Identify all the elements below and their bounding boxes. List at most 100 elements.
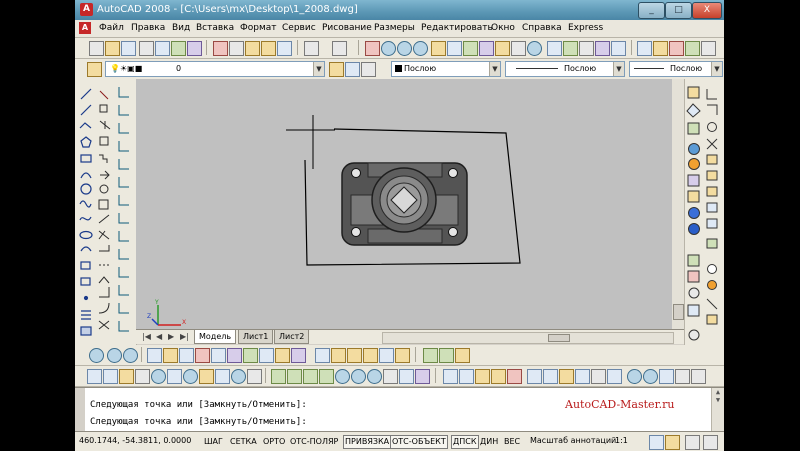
nav-settings-icon[interactable] bbox=[691, 369, 706, 384]
menu-express[interactable]: Express bbox=[568, 23, 603, 33]
revolve-solid-icon[interactable] bbox=[287, 369, 302, 384]
3d-dwf-icon[interactable] bbox=[187, 41, 202, 56]
linetype-combo[interactable]: Послою ▼ bbox=[505, 61, 625, 77]
color-combo[interactable]: Послою ▼ bbox=[391, 61, 501, 77]
command-window[interactable]: Следующая точка или [Замкнуть/Отменить]:… bbox=[75, 387, 724, 432]
tool-palettes-icon[interactable] bbox=[463, 41, 478, 56]
horizontal-scroll-thumb[interactable] bbox=[548, 334, 570, 342]
3d-move-gizmo-icon[interactable] bbox=[87, 369, 102, 384]
intersect-solid-icon[interactable] bbox=[367, 369, 382, 384]
materials-icon[interactable] bbox=[363, 348, 378, 363]
orbit-free-icon[interactable] bbox=[107, 348, 122, 363]
snap-toggle[interactable]: ШАГ bbox=[202, 435, 225, 449]
drawing-svg[interactable]: Y X Z bbox=[136, 79, 672, 329]
visual-style-wire-icon[interactable] bbox=[459, 369, 474, 384]
nav-zoom-icon[interactable] bbox=[659, 369, 674, 384]
command-window-grip[interactable] bbox=[75, 388, 85, 432]
multileader-style-icon[interactable] bbox=[595, 41, 610, 56]
viewports-icon[interactable] bbox=[607, 369, 622, 384]
block-editor-icon[interactable] bbox=[277, 41, 292, 56]
lineweight-combo[interactable]: Послою ▼ bbox=[629, 61, 723, 77]
left-view-icon[interactable] bbox=[179, 348, 194, 363]
sweep-solid-icon[interactable] bbox=[303, 369, 318, 384]
pan-icon[interactable] bbox=[365, 41, 380, 56]
workspace-settings-icon[interactable] bbox=[701, 41, 716, 56]
walk-icon[interactable] bbox=[423, 348, 438, 363]
maximize-button[interactable]: □ bbox=[665, 2, 692, 19]
otrack-toggle[interactable]: ОТС-ОБЪЕКТ bbox=[390, 435, 448, 449]
menu-format[interactable]: Формат bbox=[240, 23, 277, 33]
dyn-toggle[interactable]: ДИН bbox=[478, 435, 500, 449]
design-center-icon[interactable] bbox=[447, 41, 462, 56]
tab-next-icon[interactable]: ▶ bbox=[168, 332, 174, 341]
text-style-icon[interactable] bbox=[563, 41, 578, 56]
3d-view-icon[interactable] bbox=[637, 41, 652, 56]
match-properties-icon[interactable] bbox=[261, 41, 276, 56]
document-menu-icon[interactable]: A bbox=[79, 22, 91, 34]
tab-first-icon[interactable]: |◀ bbox=[142, 332, 151, 341]
helix-solid-icon[interactable] bbox=[231, 369, 246, 384]
open-file-icon[interactable] bbox=[105, 41, 120, 56]
flatshot-icon[interactable] bbox=[415, 369, 430, 384]
named-views-icon[interactable] bbox=[315, 348, 330, 363]
tab-prev-icon[interactable]: ◀ bbox=[156, 332, 162, 341]
render-settings-icon[interactable] bbox=[395, 348, 410, 363]
camera-icon[interactable] bbox=[331, 348, 346, 363]
minimize-button[interactable]: _ bbox=[638, 2, 665, 19]
vertical-scrollbar[interactable] bbox=[672, 79, 684, 329]
layer-combo[interactable]: 0 💡☀▣■ ▼ bbox=[105, 61, 325, 77]
publish-icon[interactable] bbox=[171, 41, 186, 56]
wedge-solid-icon[interactable] bbox=[199, 369, 214, 384]
new-file-icon[interactable] bbox=[89, 41, 104, 56]
table-style-icon[interactable] bbox=[579, 41, 594, 56]
menu-insert[interactable]: Вставка bbox=[196, 23, 234, 33]
render-region-icon[interactable] bbox=[379, 348, 394, 363]
menu-file[interactable]: Файл bbox=[99, 23, 124, 33]
nav-pan-icon[interactable] bbox=[643, 369, 658, 384]
render-icon[interactable] bbox=[653, 41, 668, 56]
nw-iso-icon[interactable] bbox=[291, 348, 306, 363]
properties-icon[interactable] bbox=[431, 41, 446, 56]
menu-help[interactable]: Справка bbox=[522, 23, 562, 33]
annotation-visibility-icon[interactable] bbox=[649, 435, 664, 450]
layer-previous-icon[interactable] bbox=[345, 62, 360, 77]
light-icon[interactable] bbox=[347, 348, 362, 363]
tab-last-icon[interactable]: ▶| bbox=[180, 332, 189, 341]
zoom-window-icon[interactable] bbox=[397, 41, 412, 56]
zoom-previous-icon[interactable] bbox=[413, 41, 428, 56]
edge-style-icon[interactable] bbox=[543, 369, 558, 384]
quickcalc-icon[interactable] bbox=[511, 41, 526, 56]
loft-solid-icon[interactable] bbox=[319, 369, 334, 384]
orbit-icon[interactable] bbox=[685, 41, 700, 56]
menu-draw[interactable]: Рисование bbox=[322, 23, 372, 33]
help-icon[interactable] bbox=[527, 41, 542, 56]
grid-toggle[interactable]: СЕТКА bbox=[228, 435, 259, 449]
ducs-toggle[interactable]: ДПСК bbox=[451, 435, 479, 449]
command-scrollbar[interactable]: ▲ ▼ bbox=[711, 388, 724, 432]
section-solid-icon[interactable] bbox=[399, 369, 414, 384]
tab-sheet1[interactable]: Лист1 bbox=[238, 330, 274, 344]
visual-style-icon[interactable] bbox=[669, 41, 684, 56]
ne-iso-icon[interactable] bbox=[275, 348, 290, 363]
front-view-icon[interactable] bbox=[211, 348, 226, 363]
orbit-constrained-icon[interactable] bbox=[89, 348, 104, 363]
plot-preview-icon[interactable] bbox=[155, 41, 170, 56]
polar-toggle[interactable]: ОТС-ПОЛЯР bbox=[288, 435, 340, 449]
color-dropdown-arrow[interactable]: ▼ bbox=[489, 62, 500, 76]
auto-scale-icon[interactable] bbox=[665, 435, 680, 450]
visual-style-2d-icon[interactable] bbox=[443, 369, 458, 384]
cone-solid-icon[interactable] bbox=[135, 369, 150, 384]
markup-icon[interactable] bbox=[495, 41, 510, 56]
annotation-scale-value[interactable]: 1:1 bbox=[615, 436, 628, 445]
clean-screen-icon[interactable] bbox=[703, 435, 718, 450]
ortho-toggle[interactable]: ОРТО bbox=[261, 435, 287, 449]
save-icon[interactable] bbox=[121, 41, 136, 56]
pyramid-solid-icon[interactable] bbox=[167, 369, 182, 384]
menu-tools[interactable]: Сервис bbox=[282, 23, 316, 33]
orbit-continuous-icon[interactable] bbox=[123, 348, 138, 363]
visual-style-conceptual-icon[interactable] bbox=[507, 369, 522, 384]
vertical-scroll-thumb[interactable] bbox=[673, 304, 684, 320]
menu-edit[interactable]: Правка bbox=[131, 23, 165, 33]
shadow-icon[interactable] bbox=[559, 369, 574, 384]
planesurf-icon[interactable] bbox=[247, 369, 262, 384]
